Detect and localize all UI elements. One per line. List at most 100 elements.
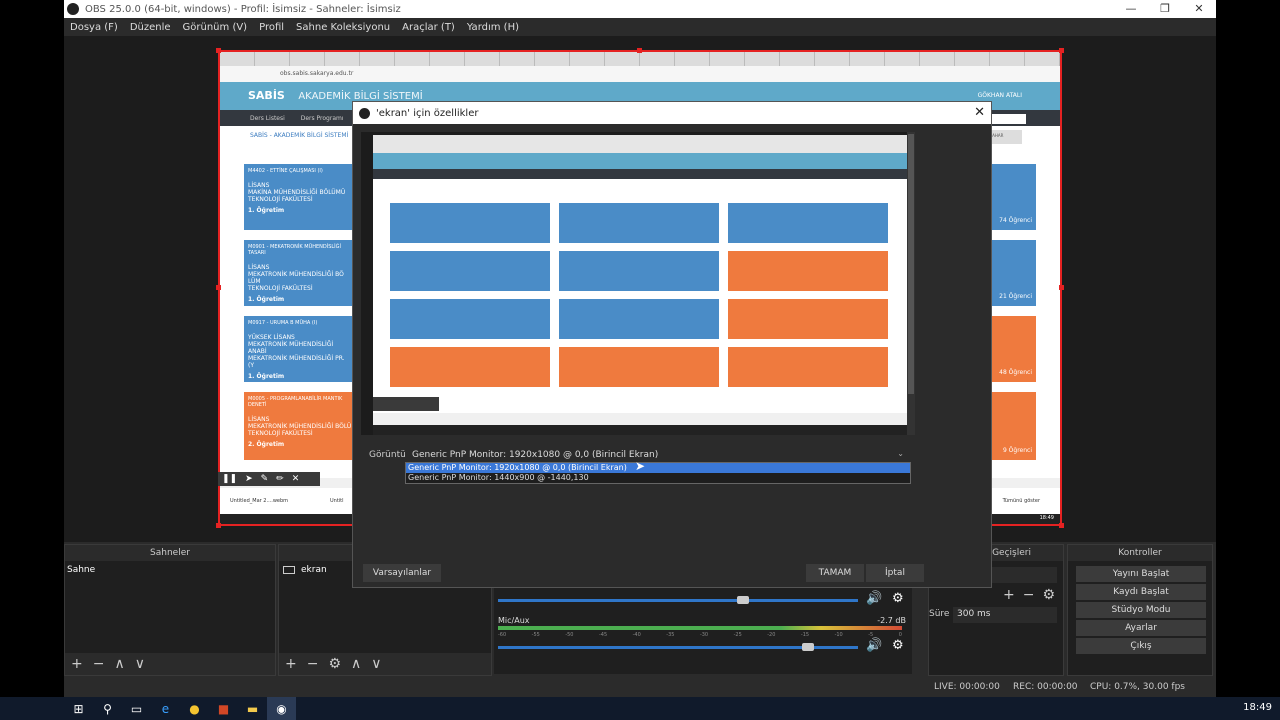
add-icon[interactable]: + bbox=[285, 656, 297, 672]
start-streaming-button[interactable]: Yayını Başlat bbox=[1076, 566, 1206, 582]
add-icon[interactable]: + bbox=[1003, 587, 1015, 603]
edge-icon[interactable]: e bbox=[151, 697, 180, 720]
search-icon[interactable]: ⚲ bbox=[93, 697, 122, 720]
pause-icon[interactable]: ❚❚ bbox=[222, 474, 237, 484]
card-header: M0917 - URUMA B MÜHA (I) bbox=[248, 320, 318, 326]
student-count: 48 Öğrenci bbox=[999, 369, 1032, 376]
studio-mode-button[interactable]: Stüdyo Modu bbox=[1076, 602, 1206, 618]
task-view-icon[interactable]: ▭ bbox=[122, 697, 151, 720]
maximize-button[interactable]: ❐ bbox=[1148, 0, 1182, 18]
display-select[interactable]: Generic PnP Monitor: 1920x1080 @ 0,0 (Bi… bbox=[405, 448, 911, 462]
cancel-button[interactable]: İptal bbox=[866, 564, 924, 582]
up-icon[interactable]: ∧ bbox=[351, 656, 361, 672]
gear-icon[interactable]: ⚙ bbox=[892, 638, 904, 653]
defaults-button[interactable]: Varsayılanlar bbox=[363, 564, 441, 582]
resize-handle[interactable] bbox=[1059, 523, 1064, 528]
resize-handle[interactable] bbox=[1059, 48, 1064, 53]
desktop-audio-slider-thumb[interactable] bbox=[736, 596, 749, 604]
menu-dosya[interactable]: Dosya (F) bbox=[64, 22, 124, 33]
minimize-button[interactable]: — bbox=[1114, 0, 1148, 18]
file-explorer-icon[interactable]: ▬ bbox=[238, 697, 267, 720]
download-item: Untitled_Mar 2....webm bbox=[230, 498, 289, 504]
gear-icon[interactable]: ⚙ bbox=[892, 591, 904, 606]
dialog-preview-image bbox=[373, 135, 907, 435]
card-ogretim: 1. Öğretim bbox=[248, 373, 285, 380]
chevron-down-icon: ⌄ bbox=[897, 449, 904, 458]
audio-mixer: 🔊 ⚙ Mic/Aux -2.7 dB -60 -55 -50 -45 -40 -35 -3… bbox=[494, 588, 912, 674]
card-line: MEKATRONİK MÜHENDİSLİĞİ ANABİ bbox=[248, 341, 334, 355]
close-button[interactable]: ✕ bbox=[1182, 0, 1216, 18]
course-card-2: M0901 - MEKATRONİK MÜHENDİSLİĞİ TASARI L… bbox=[244, 240, 356, 306]
menu-sahne-koleksiyonu[interactable]: Sahne Koleksiyonu bbox=[290, 22, 396, 33]
remove-icon[interactable]: − bbox=[1023, 587, 1035, 603]
down-icon[interactable]: ∨ bbox=[371, 656, 381, 672]
inner-card bbox=[559, 203, 719, 243]
dialog-preview bbox=[361, 132, 907, 435]
obs-taskbar-icon[interactable]: ◉ bbox=[267, 697, 296, 720]
dialog-close-button[interactable]: ✕ bbox=[974, 105, 985, 120]
sources-toolbar: + − ⚙ ∧ ∨ bbox=[279, 653, 491, 675]
meter-tick: -30 bbox=[699, 632, 709, 638]
student-count: 74 Öğrenci bbox=[999, 217, 1032, 224]
cursor-icon[interactable]: ➤ bbox=[245, 474, 253, 484]
menu-araclar[interactable]: Araçlar (T) bbox=[396, 22, 461, 33]
rec-status: REC: 00:00:00 bbox=[1013, 682, 1078, 692]
speaker-icon[interactable]: 🔊 bbox=[866, 591, 882, 606]
meter-tick: -40 bbox=[632, 632, 641, 638]
settings-button[interactable]: Ayarlar bbox=[1076, 620, 1206, 636]
down-icon[interactable]: ∨ bbox=[135, 656, 145, 672]
ok-button[interactable]: TAMAM bbox=[806, 564, 864, 582]
exit-button[interactable]: Çıkış bbox=[1076, 638, 1206, 654]
dialog-title-bar: 'ekran' için özellikler ✕ bbox=[353, 102, 991, 124]
remove-icon[interactable]: − bbox=[93, 656, 105, 672]
scene-item[interactable]: Sahne bbox=[67, 565, 95, 575]
card-line: LİSANS bbox=[248, 416, 270, 423]
duration-input[interactable]: 300 ms bbox=[953, 607, 1057, 623]
meter-tick: -10 bbox=[834, 632, 843, 638]
meter-tick: -55 bbox=[531, 632, 540, 638]
resize-handle[interactable] bbox=[216, 285, 221, 290]
scrollbar-thumb[interactable] bbox=[908, 134, 914, 394]
card-line: TEKNOLOJİ FAKÜLTESİ bbox=[248, 285, 313, 292]
obs-logo-icon bbox=[359, 107, 370, 119]
resize-handle[interactable] bbox=[637, 48, 642, 53]
mic-label: Mic/Aux bbox=[498, 616, 530, 625]
marker-icon[interactable]: ✏ bbox=[276, 474, 284, 484]
remove-icon[interactable]: − bbox=[307, 656, 319, 672]
dialog-scrollbar[interactable] bbox=[907, 132, 915, 435]
mic-slider-thumb[interactable] bbox=[801, 643, 814, 651]
resize-handle[interactable] bbox=[1059, 285, 1064, 290]
meter-tick: -25 bbox=[733, 632, 742, 638]
card-line: MEKATRONİK MÜHENDİSLİĞİ PR. (Y bbox=[248, 355, 345, 369]
course-card-4: M0005 - PROGRAMLANABİLİR MANTIK DENETİ L… bbox=[244, 392, 356, 460]
up-icon[interactable]: ∧ bbox=[114, 656, 124, 672]
inner-card bbox=[390, 347, 550, 387]
resize-handle[interactable] bbox=[216, 523, 221, 528]
menu-gorunum[interactable]: Görünüm (V) bbox=[177, 22, 254, 33]
card-ogretim: 1. Öğretim bbox=[248, 207, 285, 214]
pen-icon[interactable]: ✎ bbox=[261, 474, 269, 484]
display-option-2[interactable]: Generic PnP Monitor: 1440x900 @ -1440,13… bbox=[406, 473, 910, 483]
display-option-1[interactable]: Generic PnP Monitor: 1920x1080 @ 0,0 (Bi… bbox=[406, 463, 910, 473]
add-icon[interactable]: + bbox=[71, 656, 83, 672]
speaker-icon[interactable]: 🔊 bbox=[866, 638, 882, 653]
desktop-audio-slider[interactable] bbox=[498, 599, 858, 602]
scenes-title: Sahneler bbox=[65, 545, 275, 561]
start-recording-button[interactable]: Kaydı Başlat bbox=[1076, 584, 1206, 600]
windows-start-icon[interactable]: ⊞ bbox=[64, 697, 93, 720]
inner-card bbox=[559, 299, 719, 339]
chrome-icon[interactable]: ● bbox=[180, 697, 209, 720]
menu-profil[interactable]: Profil bbox=[253, 22, 290, 33]
menu-yardim[interactable]: Yardım (H) bbox=[461, 22, 525, 33]
resize-handle[interactable] bbox=[216, 48, 221, 53]
window-title: OBS 25.0.0 (64-bit, windows) - Profil: İ… bbox=[85, 3, 401, 15]
inner-card bbox=[728, 299, 888, 339]
powerpoint-icon[interactable]: ■ bbox=[209, 697, 238, 720]
gear-icon[interactable]: ⚙ bbox=[328, 656, 341, 672]
goruntu-label: Görüntü bbox=[369, 450, 406, 460]
gear-icon[interactable]: ⚙ bbox=[1042, 587, 1055, 603]
source-item[interactable]: ekran bbox=[283, 565, 327, 575]
close-icon[interactable]: ✕ bbox=[292, 474, 300, 484]
capture-draw-toolbar: ❚❚ ➤ ✎ ✏ ✕ bbox=[218, 472, 320, 486]
menu-duzenle[interactable]: Düzenle bbox=[124, 22, 177, 33]
